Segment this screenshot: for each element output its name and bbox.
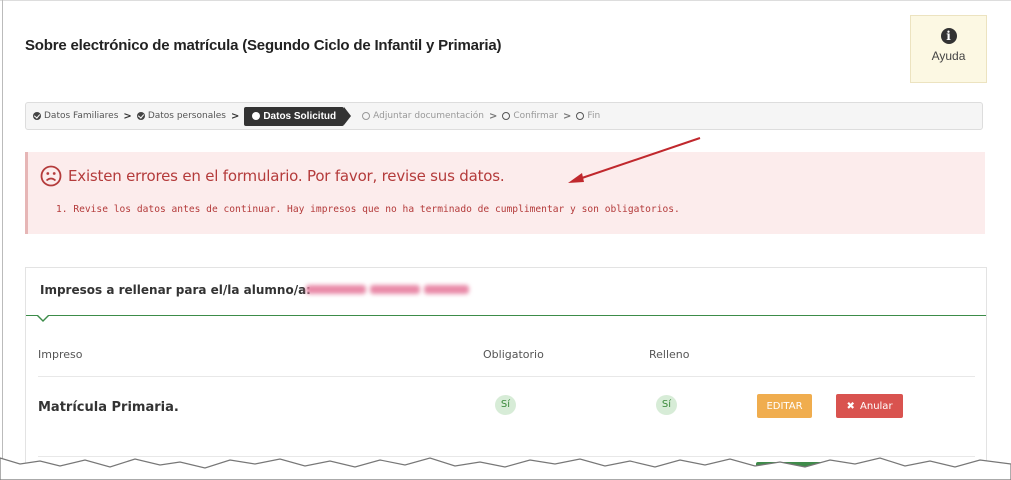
student-name-redacted: [306, 282, 471, 298]
window-top-border: [0, 0, 1011, 1]
alert-title-row: Existen errores en el formulario. Por fa…: [40, 165, 505, 187]
wizard-step-datos-solicitud[interactable]: Datos Solicitud: [244, 106, 351, 126]
edit-button[interactable]: EDITAR: [757, 394, 812, 418]
wizard-step-label: Adjuntar documentación: [373, 111, 484, 121]
wizard-step-label: Datos personales: [147, 111, 226, 121]
circle-outline-icon: [502, 112, 511, 120]
circle-outline-icon: [576, 112, 585, 120]
alert-message: 1. Revise los datos antes de continuar. …: [56, 204, 680, 215]
check-circle-icon: [136, 112, 145, 120]
relleno-badge: Sí: [656, 395, 677, 415]
wizard-step-confirmar: Confirmar: [502, 111, 558, 121]
close-icon: ✖: [846, 400, 855, 412]
chevron-right-icon: >: [563, 110, 572, 122]
panel-heading: Impresos a rellenar para el/la alumno/a:: [40, 283, 311, 297]
wizard-step-label: Confirmar: [513, 111, 559, 121]
wizard-step-label: Fin: [587, 111, 601, 121]
alert-title: Existen errores en el formulario. Por fa…: [68, 167, 505, 185]
panel-divider: [26, 315, 986, 316]
chevron-right-icon: >: [488, 110, 498, 122]
wizard-breadcrumb: Datos Familiares > Datos personales > Da…: [25, 102, 983, 130]
cancel-button-label: Anular: [860, 400, 893, 412]
caret-down-icon: [36, 314, 50, 322]
obligatorio-badge: Sí: [495, 395, 516, 415]
sad-face-icon: [40, 165, 62, 187]
window-left-border: [2, 0, 3, 462]
torn-edge: [0, 457, 1011, 480]
column-header-impreso: Impreso: [38, 348, 83, 361]
row-divider: [38, 376, 975, 377]
info-icon: i: [940, 28, 957, 44]
circle-icon: [252, 112, 261, 120]
wizard-step-datos-familiares[interactable]: Datos Familiares: [33, 111, 118, 121]
column-header-relleno: Relleno: [649, 348, 690, 361]
wizard-step-label: Datos Solicitud: [263, 110, 337, 122]
wizard-step-label: Datos Familiares: [44, 111, 119, 121]
wizard-step-datos-personales[interactable]: Datos personales: [136, 111, 226, 121]
error-alert: Existen errores en el formulario. Por fa…: [25, 152, 985, 234]
wizard-step-adjuntar-documentacion: Adjuntar documentación: [362, 111, 484, 121]
help-button[interactable]: i Ayuda: [910, 15, 987, 83]
page-title: Sobre electrónico de matrícula (Segundo …: [25, 37, 502, 54]
chevron-right-icon: >: [230, 110, 240, 122]
wizard-step-fin: Fin: [576, 111, 600, 121]
check-circle-icon: [33, 112, 41, 120]
circle-outline-icon: [362, 112, 371, 120]
app-window: Sobre electrónico de matrícula (Segundo …: [0, 0, 1011, 480]
annotation-arrow: [568, 137, 701, 183]
cancel-button[interactable]: ✖ Anular: [836, 394, 903, 418]
column-header-obligatorio: Obligatorio: [483, 348, 544, 361]
table-row-impreso: Matrícula Primaria.: [38, 400, 179, 415]
chevron-right-icon: >: [123, 110, 132, 122]
help-label: Ayuda: [931, 49, 966, 63]
